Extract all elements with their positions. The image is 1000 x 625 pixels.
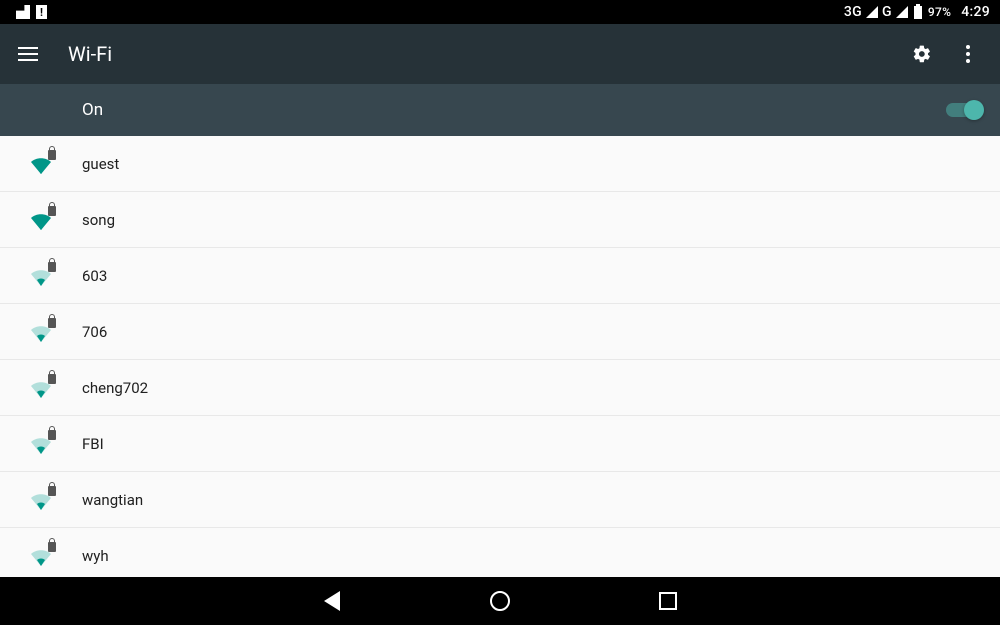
wifi-signal-icon (0, 490, 82, 510)
nav-home-button[interactable] (486, 587, 514, 615)
wifi-network-row[interactable]: FBI (0, 416, 1000, 472)
wifi-signal-icon (0, 546, 82, 566)
wifi-signal-icon (0, 154, 82, 174)
settings-button[interactable] (908, 40, 936, 68)
wifi-ssid-label: guest (82, 155, 119, 173)
app-bar: Wi-Fi (0, 24, 1000, 84)
more-vert-icon (966, 45, 970, 63)
lock-icon (48, 318, 56, 328)
wifi-ssid-label: 706 (82, 323, 107, 341)
status-right: 3G G 97% 4:29 (844, 4, 990, 20)
wifi-network-row[interactable]: cheng702 (0, 360, 1000, 416)
wifi-ssid-label: 603 (82, 267, 107, 285)
battery-percent: 97% (928, 5, 951, 19)
nav-recent-button[interactable] (654, 587, 682, 615)
lock-icon (48, 206, 56, 216)
network-type-label-2: G (882, 4, 892, 20)
lock-icon (48, 374, 56, 384)
lock-icon (48, 430, 56, 440)
home-icon (490, 591, 510, 611)
lock-icon (48, 150, 56, 160)
recent-icon (659, 592, 677, 610)
wifi-toggle-label: On (82, 100, 103, 120)
wifi-signal-icon (0, 266, 82, 286)
signal-icon (866, 6, 878, 18)
lock-icon (48, 262, 56, 272)
wifi-network-row[interactable]: 603 (0, 248, 1000, 304)
lock-icon (48, 542, 56, 552)
wifi-ssid-label: song (82, 211, 115, 229)
wifi-signal-icon (0, 378, 82, 398)
wifi-network-row[interactable]: wangtian (0, 472, 1000, 528)
battery-icon (914, 6, 922, 19)
gear-icon (912, 44, 932, 64)
image-notification-icon (16, 5, 30, 19)
status-bar: ! 3G G 97% 4:29 (0, 0, 1000, 24)
wifi-network-row[interactable]: song (0, 192, 1000, 248)
wifi-network-row[interactable]: wyh (0, 528, 1000, 577)
nav-back-button[interactable] (318, 587, 346, 615)
wifi-ssid-label: wangtian (82, 491, 143, 509)
menu-icon[interactable] (18, 47, 38, 61)
wifi-signal-icon (0, 210, 82, 230)
wifi-network-row[interactable]: guest (0, 136, 1000, 192)
signal-icon-2 (896, 6, 908, 18)
wifi-toggle-switch[interactable] (946, 103, 982, 117)
overflow-menu-button[interactable] (954, 40, 982, 68)
nav-bar (0, 577, 1000, 625)
clock: 4:29 (961, 4, 990, 20)
status-left-icons: ! (16, 5, 47, 19)
network-type-label: 3G (844, 4, 862, 20)
wifi-toggle-row: On (0, 84, 1000, 136)
lock-icon (48, 486, 56, 496)
back-icon (324, 591, 340, 611)
wifi-ssid-label: FBI (82, 435, 104, 453)
wifi-network-row[interactable]: 706 (0, 304, 1000, 360)
wifi-network-list: guest song 603 706 (0, 136, 1000, 577)
wifi-ssid-label: cheng702 (82, 379, 148, 397)
page-title: Wi-Fi (68, 42, 112, 66)
wifi-signal-icon (0, 434, 82, 454)
alert-notification-icon: ! (36, 5, 47, 19)
wifi-signal-icon (0, 322, 82, 342)
wifi-ssid-label: wyh (82, 547, 109, 565)
